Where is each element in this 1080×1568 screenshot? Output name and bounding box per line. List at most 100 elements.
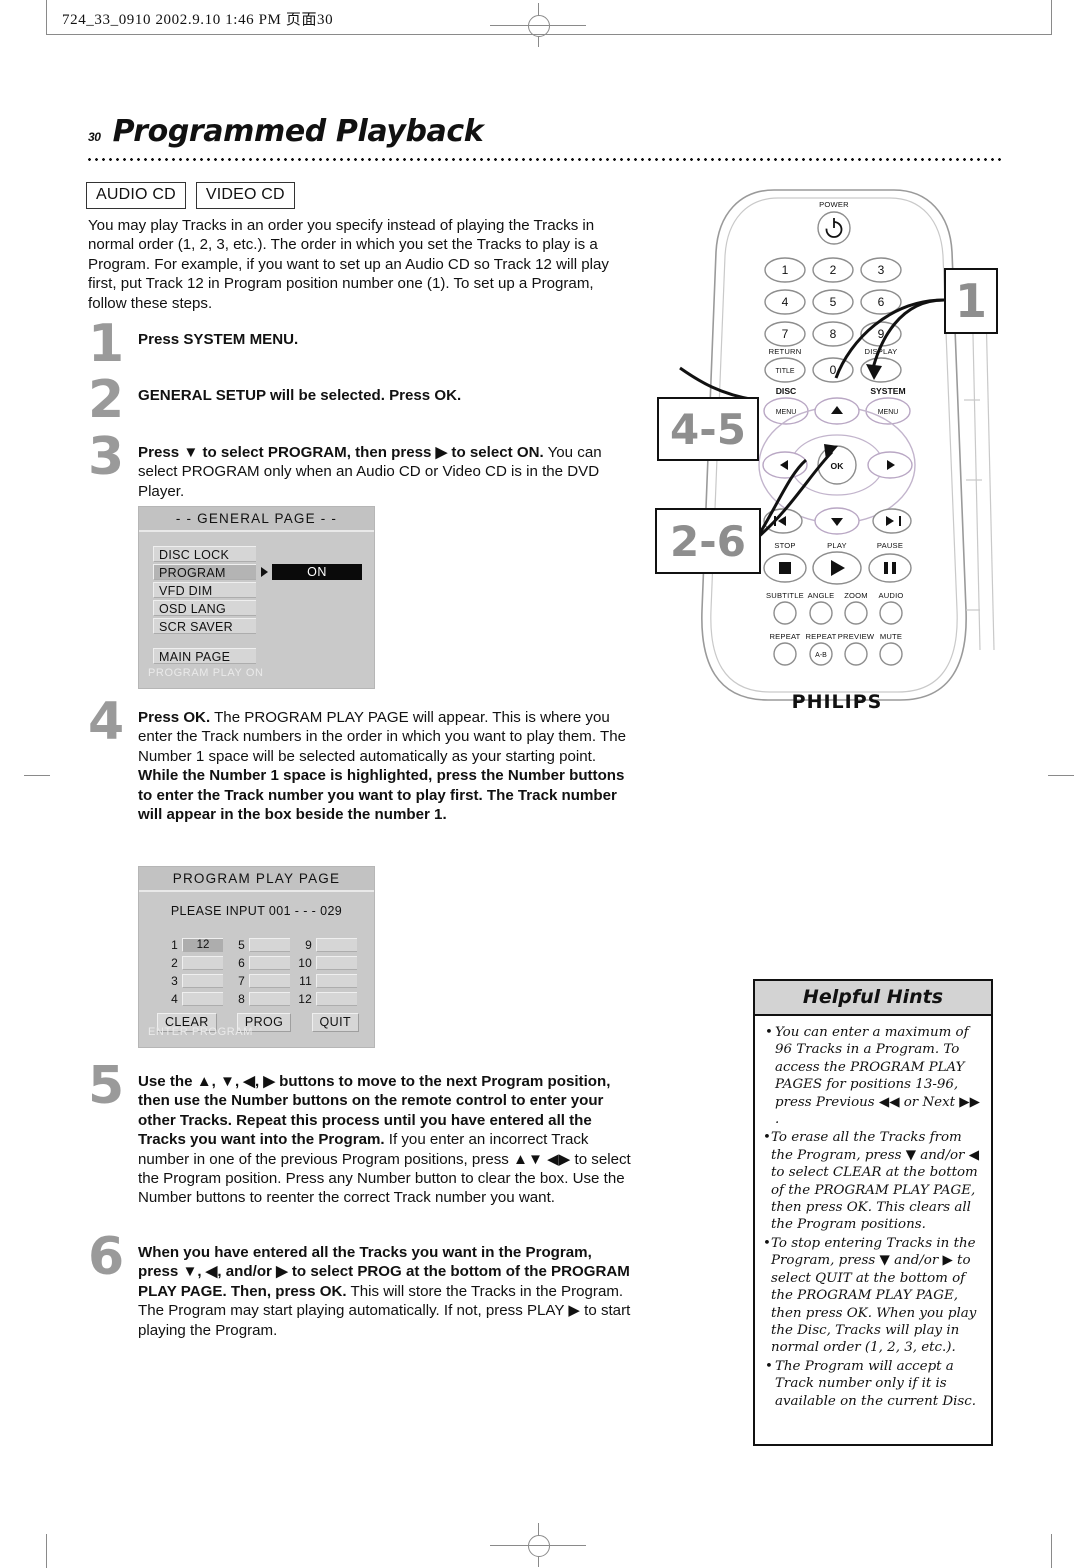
intro-paragraph: You may play Tracks in an order you spec… (88, 217, 609, 312)
program-slot: 11 (295, 974, 357, 988)
media-badges: AUDIO CD VIDEO CD (86, 182, 295, 209)
hint-text: The Program will accept a Track number o… (775, 1358, 977, 1409)
slot-box[interactable] (316, 956, 357, 970)
play-label: PLAY (827, 541, 847, 550)
svg-text:4: 4 (782, 295, 789, 309)
step-3-bold: Press ▼ to select PROGRAM, then press ▶ … (138, 444, 544, 461)
svg-text:MENU: MENU (878, 409, 899, 416)
program-page-status: ENTER PROGRAM (148, 1026, 253, 1038)
svg-text:OK: OK (831, 461, 845, 471)
callout-2-6: 2-6 (655, 508, 761, 574)
step-3: 3 Press ▼ to select PROGRAM, then press … (88, 431, 636, 501)
svg-text:A-B: A-B (815, 652, 827, 659)
hint-item: • The Program will accept a Track number … (763, 1358, 981, 1410)
menu-item-osd-lang[interactable]: OSD LANG (153, 600, 256, 616)
mute-button (879, 642, 903, 666)
slot-box[interactable] (182, 974, 223, 988)
repeat-label: REPEAT (769, 632, 800, 641)
general-page-heading: - - GENERAL PAGE - - (139, 507, 374, 532)
slot-box[interactable] (249, 992, 290, 1006)
helpful-hints-title: Helpful Hints (755, 981, 991, 1016)
crop-mark-bottom-left (46, 1534, 47, 1568)
program-slot: 3 (161, 974, 223, 988)
manual-page: 724_33_0910 2002.9.10 1:46 PM 页面30 30 Pro… (0, 0, 1080, 1568)
slot-box[interactable] (316, 938, 357, 952)
step-4-text: The PROGRAM PLAY PAGE will appear. This … (138, 709, 627, 765)
angle-label: ANGLE (808, 591, 835, 600)
crop-mark-top-left (46, 0, 47, 34)
philips-logo: PHILIPS (792, 691, 883, 713)
menu-item-scr-saver[interactable]: SCR SAVER (153, 618, 256, 634)
step-6: 6 When you have entered all the Tracks y… (88, 1231, 636, 1340)
helpful-hints-list: • You can enter a maximum of 96 Tracks in… (755, 1016, 991, 1410)
step-2: 2 GENERAL SETUP will be selected. Press … (88, 374, 636, 426)
slot-label: 3 (171, 974, 178, 988)
slot-box[interactable] (249, 938, 290, 952)
subtitle-label: SUBTITLE (766, 591, 804, 600)
page-number: 30 (88, 130, 101, 144)
slot-label: 12 (298, 992, 312, 1006)
zoom-label: ZOOM (844, 591, 868, 600)
power-label: POWER (819, 200, 849, 209)
slot-box[interactable] (182, 956, 223, 970)
bullet-icon: • (765, 1358, 773, 1374)
display-button (860, 357, 902, 383)
svg-text:1: 1 (782, 263, 789, 277)
quit-button[interactable]: QUIT (311, 1013, 359, 1032)
slot-box[interactable] (182, 992, 223, 1006)
program-slot: 7 (228, 974, 290, 988)
program-slot: 4 (161, 992, 223, 1006)
slot-box[interactable]: 12 (182, 938, 223, 952)
program-slot: 5 (228, 938, 290, 952)
slot-label: 7 (238, 974, 245, 988)
step-5: 5 Use the ▲, ▼, ◀, ▶ buttons to move to … (88, 1060, 636, 1208)
svg-text:7: 7 (782, 327, 789, 341)
program-slot: 6 (228, 956, 290, 970)
slot-box[interactable] (249, 974, 290, 988)
menu-item-vfd-dim[interactable]: VFD DIM (153, 582, 256, 598)
repeat-ab-label: REPEAT (805, 632, 836, 641)
slot-label: 9 (305, 938, 312, 952)
step-2-bold: GENERAL SETUP will be selected. Press OK… (138, 387, 462, 404)
slot-label: 4 (171, 992, 178, 1006)
mute-label: MUTE (880, 632, 902, 641)
slot-box[interactable] (316, 992, 357, 1006)
step-4-bold: Press OK. (138, 709, 211, 726)
crop-mark-bottom-right (1051, 1534, 1052, 1568)
system-label: SYSTEM (870, 386, 905, 396)
preview-button (844, 642, 868, 666)
step-1: 1 Press SYSTEM MENU. (88, 318, 636, 370)
zoom-button (844, 601, 868, 625)
title-label: TITLE (775, 368, 794, 375)
slot-box[interactable] (249, 956, 290, 970)
slot-label: 10 (298, 956, 312, 970)
menu-item-program[interactable]: PROGRAM (153, 564, 256, 580)
program-slot-grid: 1 12 5 9 2 6 10 3 7 11 4 8 12 (161, 938, 357, 1006)
svg-text:6: 6 (878, 295, 885, 309)
menu-item-main-page[interactable]: MAIN PAGE (153, 648, 256, 664)
program-play-page-heading: PROGRAM PLAY PAGE (139, 867, 374, 892)
step-1-bold: Press SYSTEM MENU. (138, 331, 299, 348)
slot-box[interactable] (316, 974, 357, 988)
angle-button (809, 601, 833, 625)
svg-text:MENU: MENU (776, 409, 797, 416)
step-4: 4 Press OK. The PROGRAM PLAY PAGE will a… (88, 696, 636, 824)
program-value-on[interactable]: ON (272, 564, 362, 580)
callout-1: 1 (944, 268, 998, 334)
program-play-page-screen: PROGRAM PLAY PAGE PLEASE INPUT 001 - - -… (138, 866, 375, 1048)
registration-mark-top (490, 3, 586, 47)
slot-label: 1 (171, 938, 178, 952)
svg-text:2: 2 (830, 263, 837, 277)
badge-audio-cd: AUDIO CD (86, 182, 186, 209)
bullet-icon: • (765, 1025, 773, 1040)
menu-item-disc-lock[interactable]: DISC LOCK (153, 546, 256, 562)
hint-item: • To erase all the Tracks from the Progra… (763, 1129, 981, 1233)
display-label: DISPLAY (865, 347, 898, 356)
slot-label: 6 (238, 956, 245, 970)
header-rule (46, 34, 1052, 35)
hint-text: You can enter a maximum of 96 Tracks in … (775, 1025, 980, 1128)
hint-text: To erase all the Tracks from the Program… (771, 1130, 979, 1233)
registration-mark-bottom (490, 1523, 586, 1567)
input-prompt: PLEASE INPUT 001 - - - 029 (170, 904, 343, 918)
step-4-number: 4 (88, 692, 125, 752)
